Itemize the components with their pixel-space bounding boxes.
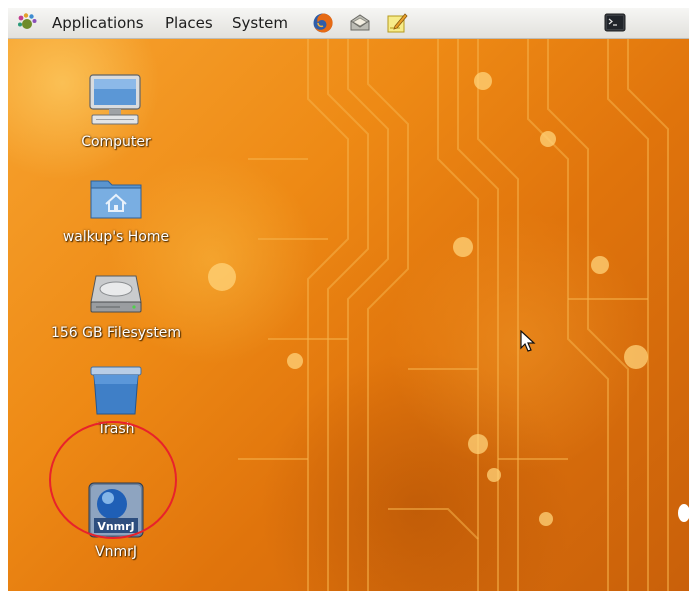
gnome-foot-icon[interactable]	[16, 12, 38, 34]
filesystem-label: 156 GB Filesystem	[50, 325, 182, 341]
hard-drive-icon[interactable]	[90, 274, 142, 318]
system-menu[interactable]: System	[232, 8, 288, 38]
places-menu[interactable]: Places	[165, 8, 213, 38]
text-editor-icon[interactable]	[386, 12, 408, 34]
highlight-circle-annotation	[49, 421, 177, 539]
trash-icon[interactable]	[90, 366, 142, 420]
vnmrj-label: VnmrJ	[95, 544, 137, 560]
applications-menu[interactable]: Applications	[52, 8, 144, 38]
home-folder-label: walkup's Home	[62, 229, 170, 245]
computer-label: Computer	[81, 134, 151, 150]
home-folder-icon[interactable]	[90, 175, 142, 223]
mail-icon[interactable]	[348, 12, 370, 34]
terminal-icon[interactable]	[604, 13, 626, 35]
desktop-screen: Applications Places System Computer walk…	[8, 8, 689, 591]
mouse-pointer-icon	[520, 330, 536, 352]
top-panel: Applications Places System	[8, 8, 689, 39]
firefox-icon[interactable]	[312, 12, 334, 34]
computer-icon[interactable]	[88, 74, 142, 130]
